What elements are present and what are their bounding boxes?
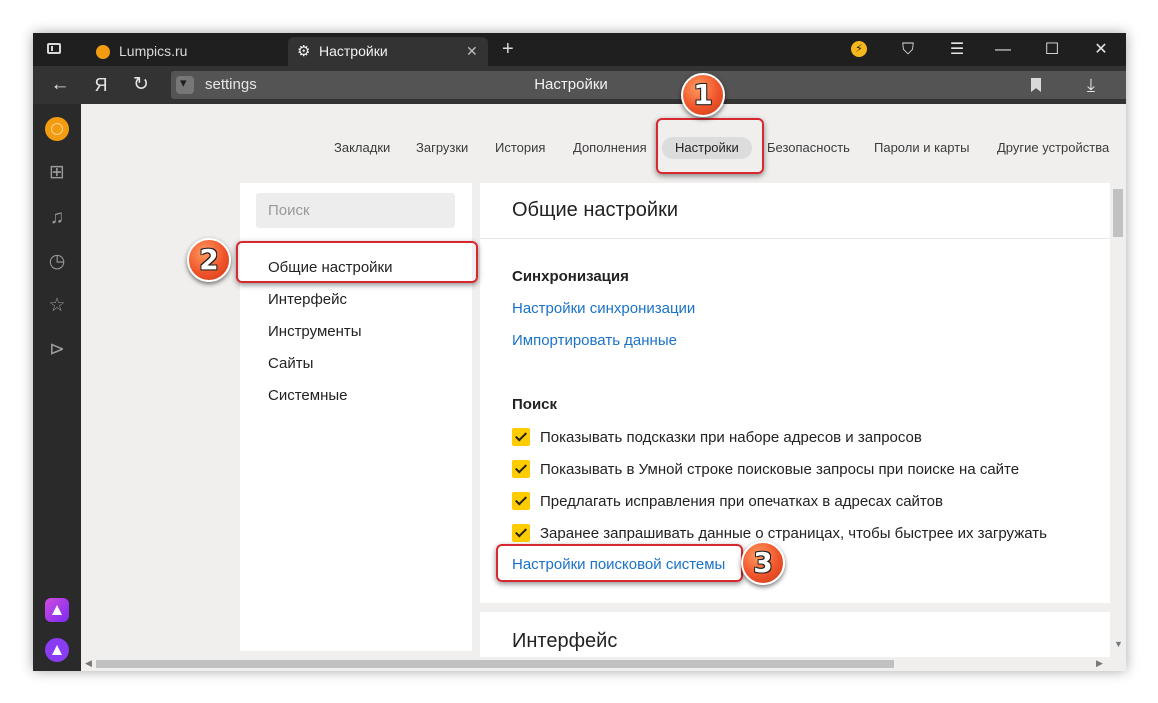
settings-page: Закладки Загрузки История Дополнения Нас… — [81, 104, 1126, 671]
minimize-button[interactable]: — — [988, 33, 1018, 66]
check-label: Показывать в Умной строке поисковые запр… — [540, 461, 1020, 478]
sidebar-item-tools[interactable]: Инструменты — [268, 322, 362, 342]
sidebar-item-interface[interactable]: Интерфейс — [268, 290, 347, 310]
vertical-scroll-thumb[interactable] — [1113, 189, 1123, 237]
orange-site-icon[interactable] — [45, 117, 69, 141]
vertical-scrollbar[interactable]: ▼ — [1110, 183, 1126, 657]
side-panel: ⊞ ♫ ◷ ☆ ⊳ — [33, 104, 81, 671]
scroll-right-arrow-icon[interactable]: ▶ — [1096, 658, 1103, 669]
turbo-icon[interactable]: ⚡ — [851, 41, 867, 57]
tab-strip: Lumpics.ru ⚙ Настройки ✕ + ⚡ ⛉ ☰ — ☐ ✕ — [33, 33, 1126, 66]
maximize-button[interactable]: ☐ — [1037, 33, 1067, 66]
tab-downloads[interactable]: Загрузки — [416, 137, 468, 159]
step-badge-2: 2 — [187, 238, 231, 282]
tab-security[interactable]: Безопасность — [767, 137, 850, 159]
back-arrow-icon[interactable]: ← — [47, 66, 73, 104]
yandex-logo-icon[interactable]: Я — [88, 66, 114, 104]
horizontal-scroll-thumb[interactable] — [96, 660, 894, 668]
alice-app-icon[interactable] — [45, 598, 69, 622]
tab-title: Настройки — [319, 43, 388, 59]
tab-bookmarks[interactable]: Закладки — [334, 137, 390, 159]
tab-history[interactable]: История — [495, 137, 545, 159]
checkbox-checked[interactable] — [512, 492, 530, 510]
checkbox-checked[interactable] — [512, 524, 530, 542]
address-bar-row: ← Я ↻ settings Настройки ⤓ — [33, 66, 1126, 104]
tab-other-devices[interactable]: Другие устройства — [997, 137, 1109, 159]
sidebar-toggle-icon[interactable] — [47, 43, 61, 54]
sync-settings-link[interactable]: Настройки синхронизации — [512, 300, 695, 317]
grid-icon[interactable]: ⊞ — [45, 161, 69, 185]
step-badge-3: 3 — [741, 541, 785, 585]
highlight-search-engine-link — [496, 544, 743, 582]
close-window-button[interactable]: ✕ — [1086, 33, 1116, 66]
scroll-left-arrow-icon[interactable]: ◀ — [85, 658, 92, 669]
general-settings-panel: Общие настройки Синхронизация Настройки … — [480, 183, 1110, 603]
orange-favicon-icon — [96, 45, 110, 59]
settings-search-input[interactable]: Поиск — [256, 193, 455, 228]
highlight-general-settings — [236, 241, 478, 283]
checkbox-checked[interactable] — [512, 460, 530, 478]
interface-title: Интерфейс — [512, 630, 618, 652]
checkbox-checked[interactable] — [512, 428, 530, 446]
address-bar[interactable]: settings Настройки ⤓ — [171, 71, 1126, 99]
import-data-link[interactable]: Импортировать данные — [512, 332, 677, 349]
download-icon[interactable]: ⤓ — [1087, 71, 1095, 99]
tab-extensions[interactable]: Дополнения — [573, 137, 647, 159]
divider — [480, 238, 1110, 239]
scroll-down-arrow-icon[interactable]: ▼ — [1114, 639, 1123, 649]
settings-top-nav: Закладки Загрузки История Дополнения Нас… — [81, 137, 1126, 159]
menu-icon[interactable]: ☰ — [942, 33, 972, 66]
check-label: Предлагать исправления при опечатках в а… — [540, 493, 943, 510]
play-icon[interactable]: ⊳ — [45, 338, 69, 362]
tab-settings[interactable]: ⚙ Настройки ✕ — [288, 37, 488, 66]
highlight-settings-tab — [656, 118, 764, 174]
gear-icon: ⚙ — [297, 43, 311, 60]
bell-icon[interactable]: ♫ — [45, 206, 69, 230]
reload-icon[interactable]: ↻ — [128, 66, 154, 104]
sync-heading: Синхронизация — [512, 268, 629, 285]
page-title: Настройки — [534, 76, 608, 93]
bookmark-icon[interactable] — [1031, 78, 1041, 92]
tab-passwords[interactable]: Пароли и карты — [874, 137, 970, 159]
panel-title: Общие настройки — [512, 199, 678, 221]
new-tab-button[interactable]: + — [502, 35, 514, 63]
sidebar-item-system[interactable]: Системные — [268, 386, 347, 406]
close-icon[interactable]: ✕ — [466, 37, 478, 66]
alice-assistant-icon[interactable] — [45, 638, 69, 662]
sidebar-item-sites[interactable]: Сайты — [268, 354, 313, 374]
tab-lumpics[interactable]: Lumpics.ru — [93, 37, 283, 66]
star-icon[interactable]: ☆ — [45, 294, 69, 318]
search-heading: Поиск — [512, 396, 558, 413]
check-label: Заранее запрашивать данные о страницах, … — [540, 525, 1047, 542]
tab-title: Lumpics.ru — [119, 43, 188, 59]
step-badge-1: 1 — [681, 73, 725, 117]
check-label: Показывать подсказки при наборе адресов … — [540, 429, 922, 446]
collections-icon[interactable]: ⛉ — [893, 33, 923, 66]
horizontal-scrollbar[interactable]: ◀ ▶ — [81, 657, 1110, 671]
clock-icon[interactable]: ◷ — [45, 250, 69, 274]
